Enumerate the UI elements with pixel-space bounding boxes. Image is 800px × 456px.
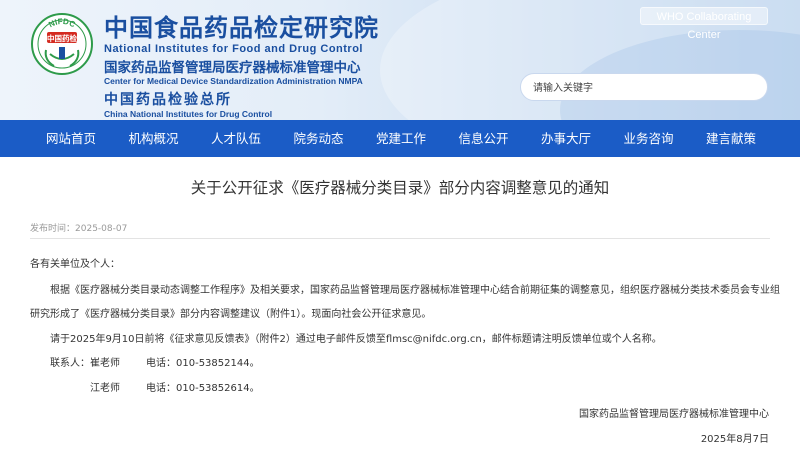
logo-seal-text: 中国药检 — [47, 33, 77, 43]
who-collaborating-center-link[interactable]: WHO Collaborating Center — [640, 7, 768, 41]
nav-item-talent[interactable]: 人才队伍 — [195, 120, 278, 157]
sign-date: 2025年8月7日 — [700, 434, 769, 445]
contact-1-phone: 电话：010-53852144。 — [146, 358, 260, 369]
search-input[interactable] — [533, 78, 733, 98]
divider — [30, 238, 770, 239]
publish-label: 发布时间： — [30, 224, 76, 234]
site-title-cn: 中国食品药品检定研究院 — [104, 14, 379, 42]
contact-label: 联系人： — [50, 358, 90, 369]
subtitle2-cn: 中国药品检验总所 — [104, 92, 232, 108]
site-title-block: 中国食品药品检定研究院 National Institutes for Food… — [104, 14, 379, 119]
paragraph-2: 请于2025年9月10日前将《征求意见反馈表》（附件2）通过电子邮件反馈至flm… — [50, 334, 662, 345]
site-header: NIFDC 中国药检 中国食品药品检定研究院 National Institut… — [0, 0, 800, 120]
subtitle-cn: 国家药品监督管理局医疗器械标准管理中心 — [104, 60, 361, 76]
subtitle-en: Center for Medical Device Standardizatio… — [104, 76, 363, 86]
signature: 国家药品监督管理局医疗器械标准管理中心 — [579, 409, 769, 420]
site-title-en: National Institutes for Food and Drug Co… — [104, 43, 363, 55]
article-title: 关于公开征求《医疗器械分类目录》部分内容调整意见的通知 — [190, 179, 610, 197]
nifdc-logo[interactable]: NIFDC 中国药检 — [30, 12, 94, 76]
contact-2-phone: 电话：010-53852614。 — [146, 383, 260, 394]
subtitle2-en: China National Institutes for Drug Contr… — [104, 109, 273, 119]
contact-1: 联系人：崔老师 电话：010-53852144。 — [50, 354, 790, 369]
nav-item-disclosure[interactable]: 信息公开 — [443, 120, 526, 157]
paragraph-1-line-1: 根据《医疗器械分类目录动态调整工作程序》及相关要求，国家药品监督管理局医疗器械标… — [50, 285, 780, 296]
nav-item-suggestions[interactable]: 建言献策 — [690, 120, 773, 157]
contact-1-name: 崔老师 — [90, 358, 120, 369]
nav-item-service-hall[interactable]: 办事大厅 — [525, 120, 608, 157]
main-nav: 网站首页 机构概况 人才队伍 院务动态 党建工作 信息公开 办事大厅 业务咨询 … — [0, 120, 800, 157]
publish-meta: 发布时间：2025-08-07 — [30, 221, 127, 234]
contact-2: 江老师 电话：010-53852614。 — [90, 379, 800, 394]
nav-item-home[interactable]: 网站首页 — [30, 120, 113, 157]
nav-item-about[interactable]: 机构概况 — [113, 120, 196, 157]
paragraph-1-line-2: 研究形成了《医疗器械分类目录》部分内容调整建议（附件1）。现面向社会公开征求意见… — [30, 309, 432, 320]
nav-item-news[interactable]: 院务动态 — [278, 120, 361, 157]
nav-item-consult[interactable]: 业务咨询 — [608, 120, 691, 157]
publish-date: 2025-08-07 — [75, 224, 128, 234]
search-box[interactable] — [520, 73, 768, 101]
nav-item-party[interactable]: 党建工作 — [360, 120, 443, 157]
contact-2-name: 江老师 — [90, 383, 120, 394]
greeting: 各有关单位及个人： — [30, 259, 120, 270]
